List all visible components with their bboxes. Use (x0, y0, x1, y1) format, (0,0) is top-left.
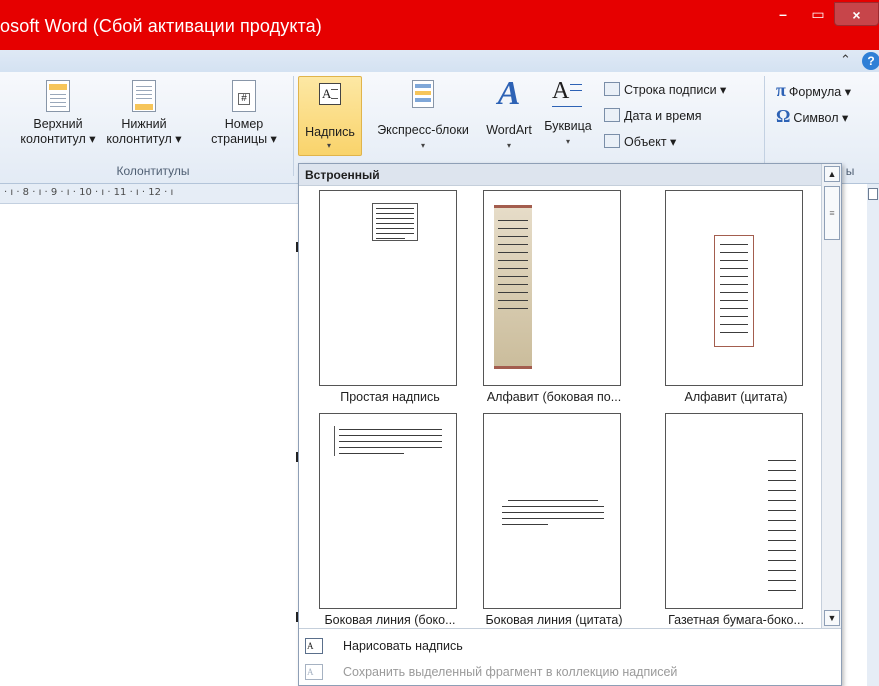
scroll-down-button[interactable]: ▼ (824, 610, 840, 626)
page-number-button[interactable]: # Номер страницы ▾ (200, 80, 288, 147)
object-label: Объект ▾ (624, 135, 677, 149)
page-number-line1: Номер (224, 117, 264, 131)
save-selection-label: Сохранить выделенный фрагмент в коллекци… (343, 665, 678, 679)
gallery-label-alphabet-quote: Алфавит (цитата) (684, 390, 788, 404)
date-time-button[interactable]: Дата и время (604, 108, 702, 123)
signature-line-label: Строка подписи ▾ (624, 83, 727, 97)
text-group-label-partial: ы (845, 164, 855, 178)
preview-quote (714, 235, 754, 347)
wordart-label: WordArt (486, 123, 532, 137)
textbox-dropdown: ▾ (327, 141, 332, 150)
quick-parts-icon (412, 80, 434, 108)
draw-textbox-menu-item[interactable]: A Нарисовать надпись (299, 634, 841, 660)
title-bar: osoft Word (Сбой активации продукта) – ▭… (0, 0, 879, 50)
header-button-line1: Верхний (33, 117, 83, 131)
close-button[interactable]: × (834, 2, 879, 26)
horizontal-ruler: · ı · 8 · ı · 9 · ı · 10 · ı · 11 · ı · … (0, 184, 298, 204)
textbox-gallery: Встроенный Простая надпись Алфавит (боко… (298, 163, 842, 686)
preview-sideline (334, 426, 444, 456)
omega-icon: Ω (776, 106, 791, 126)
object-button[interactable]: Объект ▾ (604, 134, 676, 149)
preview-newsprint (766, 456, 798, 600)
date-time-icon (604, 108, 620, 122)
scroll-up-button[interactable]: ▲ (824, 166, 840, 182)
header-footer-group-label: Колонтитулы (116, 164, 190, 178)
header-button-line2: колонтитул ▾ (20, 132, 96, 146)
gallery-label-alphabet-sidebar: Алфавит (боковая по... (486, 390, 622, 404)
symbol-button[interactable]: Ω Символ ▾ (776, 106, 848, 127)
wordart-icon: A (497, 75, 521, 112)
gallery-label-sideline-sidebar: Боковая линия (боко... (324, 613, 456, 627)
signature-line-button[interactable]: Строка подписи ▾ (604, 82, 726, 97)
gallery-label-sideline-quote: Боковая линия (цитата) (485, 613, 623, 627)
window-title: osoft Word (Сбой активации продукта) (0, 16, 322, 36)
gallery-item-alphabet-sidebar[interactable] (483, 190, 621, 386)
header-icon (46, 80, 70, 112)
footer-icon (132, 80, 156, 112)
header-button[interactable]: Верхний колонтитул ▾ (18, 80, 98, 147)
gallery-item-simple-textbox[interactable] (319, 190, 457, 386)
draw-textbox-icon: A (305, 638, 323, 654)
page-number-line2: страницы ▾ (211, 132, 277, 146)
quick-parts-dropdown: ▾ (420, 141, 425, 150)
preview-sideline-quote (498, 498, 608, 526)
preview-sidebar (494, 205, 532, 369)
maximize-button[interactable]: ▭ (803, 2, 833, 26)
gallery-item-newsprint-sidebar[interactable] (665, 413, 803, 609)
gallery-item-sideline-sidebar[interactable] (319, 413, 457, 609)
wordart-dropdown: ▾ (506, 141, 511, 150)
textbox-button[interactable]: A Надпись ▾ (298, 76, 362, 156)
gallery-item-sideline-quote[interactable] (483, 413, 621, 609)
quick-parts-label: Экспресс-блоки (377, 123, 469, 137)
document-canvas[interactable] (0, 204, 299, 686)
gallery-item-alphabet-quote[interactable] (665, 190, 803, 386)
footer-button-line1: Нижний (121, 117, 167, 131)
drop-cap-icon: A (552, 78, 584, 112)
gallery-label-newsprint-sidebar: Газетная бумага-боко... (668, 613, 804, 627)
group-separator (293, 76, 294, 176)
ribbon-tabs-row: ⌃ ? (0, 50, 879, 72)
pi-icon: π (776, 80, 786, 100)
gallery-scrollbar[interactable]: ▲ ≡ ▼ (821, 164, 841, 628)
date-time-label: Дата и время (624, 109, 702, 123)
quick-parts-button[interactable]: Экспресс-блоки ▾ (362, 80, 484, 153)
scroll-more-button[interactable]: ≡ (824, 186, 840, 240)
gallery-header: Встроенный (299, 164, 821, 186)
draw-textbox-label: Нарисовать надпись (343, 639, 463, 653)
footer-button[interactable]: Нижний колонтитул ▾ (98, 80, 190, 147)
drop-cap-dropdown: ▾ (565, 137, 570, 146)
textbox-icon: A (319, 83, 341, 105)
textbox-label: Надпись (305, 125, 355, 139)
drop-cap-label: Буквица (544, 119, 592, 133)
drop-cap-button[interactable]: A Буквица ▾ (538, 78, 598, 149)
symbol-label: Символ ▾ (793, 111, 849, 125)
collapse-ribbon-icon[interactable]: ⌃ (840, 52, 851, 68)
formula-label: Формула ▾ (788, 85, 851, 99)
vertical-ruler (867, 184, 879, 686)
ruler-toggle-icon[interactable] (868, 188, 878, 200)
group-separator (764, 76, 765, 176)
gallery-footer-separator (299, 628, 841, 629)
footer-button-line2: колонтитул ▾ (106, 132, 182, 146)
help-icon[interactable]: ? (862, 52, 879, 70)
signature-line-icon (604, 82, 620, 96)
formula-button[interactable]: π Формула ▾ (776, 80, 851, 101)
wordart-button[interactable]: A WordArt ▾ (480, 76, 538, 153)
save-selection-menu-item[interactable]: A Сохранить выделенный фрагмент в коллек… (299, 660, 841, 686)
save-selection-icon: A (305, 664, 323, 680)
object-icon (604, 134, 620, 148)
preview-textbox (372, 203, 418, 241)
page-number-icon: # (232, 80, 256, 112)
minimize-button[interactable]: – (768, 2, 798, 26)
gallery-label-simple: Простая надпись (340, 390, 440, 404)
